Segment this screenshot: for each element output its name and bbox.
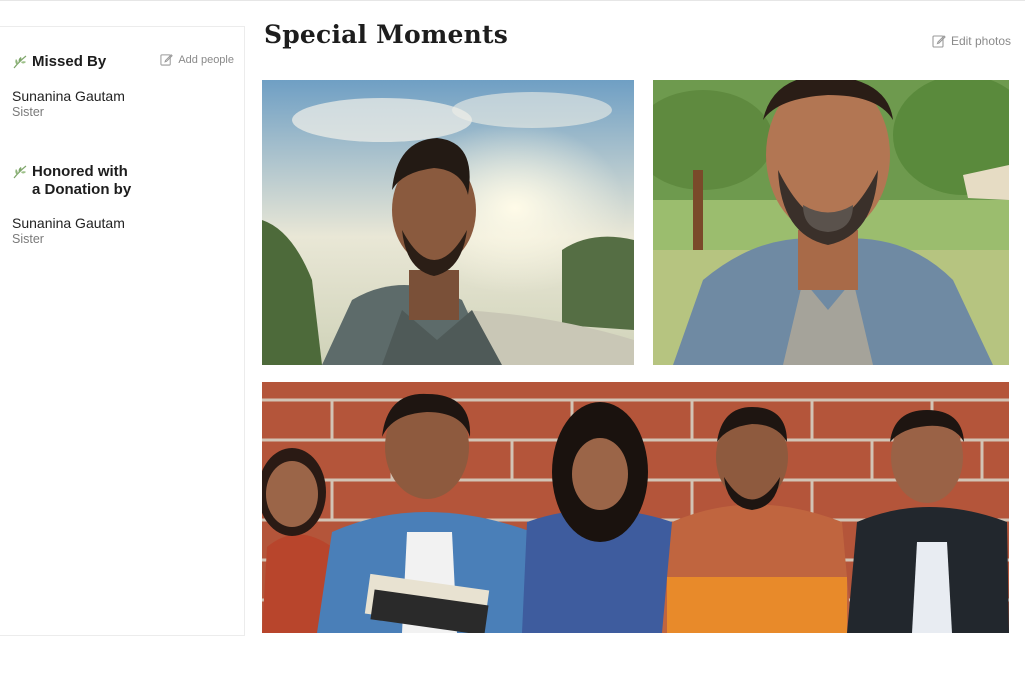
missed-by-person-name: Sunanina Gautam bbox=[12, 88, 125, 104]
add-people-label: Add people bbox=[178, 53, 234, 66]
leaf-icon bbox=[13, 165, 27, 179]
page-title: Special Moments bbox=[264, 20, 509, 49]
photo-group-brick-wall[interactable] bbox=[262, 382, 1009, 633]
photo-group-brick-wall-image bbox=[262, 382, 1009, 633]
top-divider bbox=[0, 0, 1025, 1]
leaf-icon bbox=[13, 55, 27, 69]
honored-title-line1: Honored with bbox=[32, 163, 128, 180]
missed-by-title: Missed By bbox=[32, 53, 107, 70]
edit-photos-button[interactable]: Edit photos bbox=[932, 34, 1011, 48]
edit-icon bbox=[932, 35, 946, 48]
photo-man-beard-park-image bbox=[653, 80, 1009, 365]
sidebar-card: Missed By Add people Sunanina Gautam Sis… bbox=[0, 26, 245, 636]
photo-man-river[interactable] bbox=[262, 80, 634, 365]
missed-by-heading: Missed By bbox=[12, 53, 106, 71]
missed-by-person-relation: Sister bbox=[12, 105, 44, 119]
photo-man-river-image bbox=[262, 80, 634, 365]
honored-person-relation: Sister bbox=[12, 232, 44, 246]
honored-title-line2: a Donation by bbox=[32, 181, 132, 198]
photo-man-beard-park[interactable] bbox=[653, 80, 1009, 365]
honored-person-name: Sunanina Gautam bbox=[12, 215, 125, 231]
honored-heading: Honored with a Donation by bbox=[12, 163, 131, 199]
add-people-button[interactable]: Add people bbox=[160, 53, 234, 66]
edit-icon bbox=[160, 54, 174, 66]
edit-photos-label: Edit photos bbox=[950, 34, 1011, 48]
